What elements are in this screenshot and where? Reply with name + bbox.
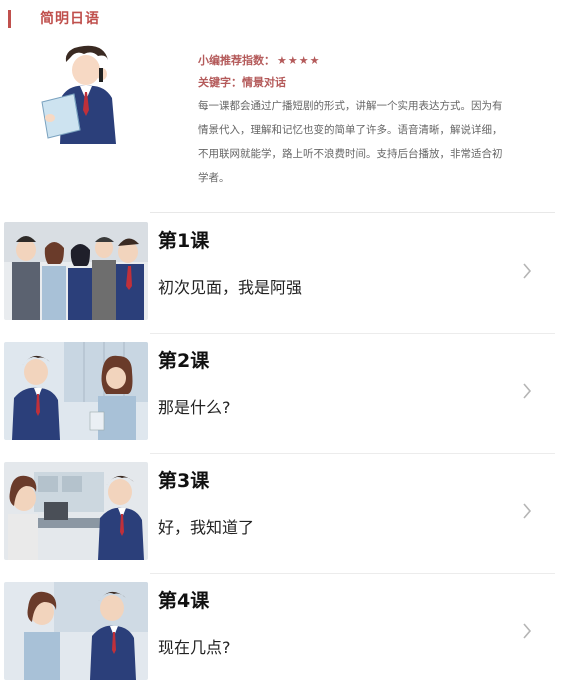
lesson-item-3[interactable]: 第3课 好，我知道了 <box>0 454 588 574</box>
lesson-thumbnail <box>4 222 148 320</box>
lesson-title: 好，我知道了 <box>158 518 255 537</box>
rating-label: 小编推荐指数： <box>198 54 275 67</box>
lesson-item-1[interactable]: 第1课 初次见面，我是阿强 <box>0 214 588 334</box>
chevron-right-icon <box>523 263 532 279</box>
desc-line: 情景代入，理解和记忆也变的简单了许多。语音清晰，解说详细， <box>198 124 503 136</box>
rating-stars: ★★★★ <box>277 54 321 67</box>
chevron-right-icon <box>523 503 532 519</box>
lesson-thumbnail <box>4 462 148 560</box>
section-title: 简明日语 <box>40 11 100 27</box>
lesson-number: 第2课 <box>158 350 210 372</box>
intro-character-illustration <box>41 45 116 144</box>
lesson-thumbnail <box>4 582 148 680</box>
chevron-right-icon <box>523 623 532 639</box>
divider <box>150 212 555 213</box>
desc-line: 不用联网就能学，路上听不浪费时间。支持后台播放，非常适合初 <box>198 148 503 160</box>
lesson-title: 初次见面，我是阿强 <box>158 278 303 297</box>
lesson-title: 现在几点? <box>158 638 231 657</box>
lesson-item-4[interactable]: 第4课 现在几点? <box>0 574 588 680</box>
app-intro: 小编推荐指数： ★★★★ 关键字：情景对话 每一课都会通过广播短剧的形式，讲解一个… <box>0 36 588 206</box>
chevron-right-icon <box>523 383 532 399</box>
lesson-item-2[interactable]: 第2课 那是什么? <box>0 334 588 454</box>
header-accent-bar <box>8 10 11 28</box>
lesson-thumbnail <box>4 342 148 440</box>
intro-text: 小编推荐指数： ★★★★ 关键字：情景对话 每一课都会通过广播短剧的形式，讲解一个… <box>198 50 576 190</box>
desc-line: 学者。 <box>198 172 230 184</box>
lesson-list: 第1课 初次见面，我是阿强 第2课 那是什么? 第3课 好，我知道了 第4课 现… <box>0 214 588 680</box>
desc-line: 每一课都会通过广播短剧的形式，讲解一个实用表达方式。因为有 <box>198 100 503 112</box>
lesson-number: 第1课 <box>158 230 210 252</box>
section-header: 简明日语 <box>0 0 588 36</box>
lesson-title: 那是什么? <box>158 398 231 417</box>
intro-description: 每一课都会通过广播短剧的形式，讲解一个实用表达方式。因为有 情景代入，理解和记忆… <box>198 94 576 190</box>
keyword-line: 关键字：情景对话 <box>198 76 286 89</box>
lesson-number: 第4课 <box>158 590 210 612</box>
lesson-number: 第3课 <box>158 470 210 492</box>
rating-line: 小编推荐指数： ★★★★ <box>198 50 576 72</box>
